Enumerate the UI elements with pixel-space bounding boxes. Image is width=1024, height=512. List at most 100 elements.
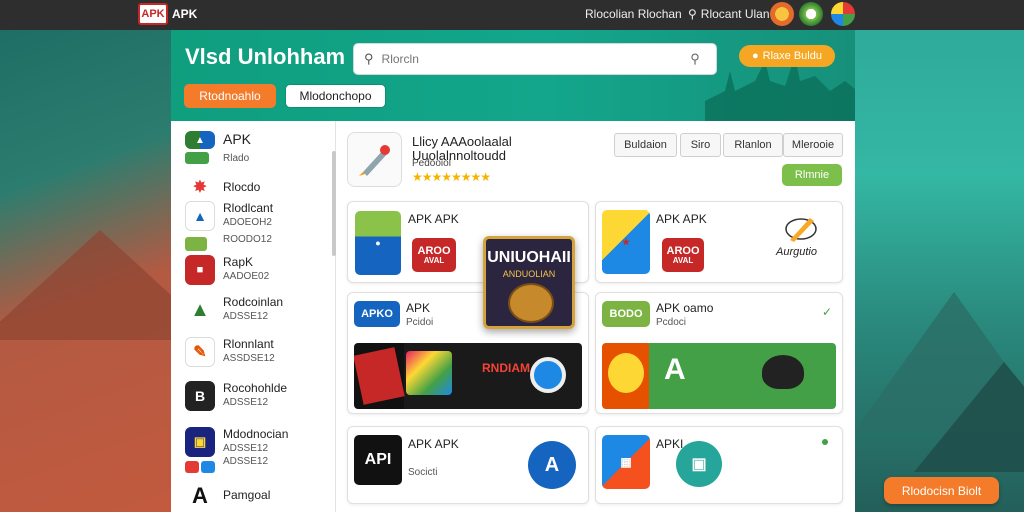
triangle-logo-icon: ▲ bbox=[185, 201, 215, 231]
sidebar-item-sub: ADSSE12 bbox=[223, 456, 269, 467]
sidebar-item-label: Rlodlcant bbox=[223, 201, 274, 215]
app-tile: AROO AVAL bbox=[662, 238, 704, 272]
rating-stars: ★★★★★★★★ bbox=[412, 170, 491, 184]
filter-chip[interactable]: Mlerooie bbox=[783, 133, 843, 157]
banner-text: RNDIAM bbox=[482, 361, 530, 375]
sidebar-item[interactable]: ▲ Rodcoinlan ADSSE12 bbox=[185, 295, 283, 325]
android-mascot-icon: ● bbox=[355, 211, 401, 275]
app-card-sub: Pcdoci bbox=[656, 317, 687, 328]
sidebar-item[interactable]: A Pamgoal bbox=[185, 483, 270, 509]
sidebar-item-sub: Rlado bbox=[223, 153, 250, 164]
top-search-label: Rlocant Ulan bbox=[700, 7, 770, 21]
app-card[interactable]: ★ APK APK AROO AVAL Aurgutio bbox=[595, 201, 843, 283]
app-tile-sub: AVAL bbox=[423, 255, 445, 265]
header: Vlsd Unlohham ⚲ ⚲ ● Rlaxe Buldu Rtodnoah… bbox=[171, 30, 855, 121]
colorful-app-icon: ★ bbox=[602, 210, 650, 274]
sidebar-item-sub: ROODO12 bbox=[223, 234, 272, 245]
green-triangle-icon: ▲ bbox=[185, 295, 215, 325]
avatar[interactable] bbox=[831, 2, 855, 26]
sidebar-item[interactable]: B Rocohohlde ADSSE12 bbox=[185, 381, 287, 411]
app-tile-text: AROO bbox=[417, 244, 451, 257]
app-card-sub: Pcidoi bbox=[406, 317, 434, 328]
cta-button[interactable]: Rlodocisn Biolt bbox=[884, 477, 999, 504]
avatar[interactable] bbox=[770, 2, 794, 26]
app-card[interactable]: API APK APK Socicti A bbox=[347, 426, 589, 504]
device-icon: ▣ bbox=[185, 427, 215, 457]
app-card-title: APK APK bbox=[656, 212, 707, 226]
search-bar[interactable]: ⚲ ⚲ bbox=[353, 43, 717, 75]
featured-game-tile[interactable]: UNIUOHAII ANDUOLIAN bbox=[483, 236, 575, 329]
green-action-button[interactable]: Rlmnie bbox=[782, 164, 842, 186]
sidebar-item[interactable]: ✸ Rlocdo bbox=[185, 177, 260, 197]
app-card-sub: Socicti bbox=[408, 467, 438, 478]
top-nav-link[interactable]: Rlocolian Rlochan bbox=[585, 7, 682, 21]
banner-graphic bbox=[530, 357, 566, 393]
banner-graphic bbox=[354, 347, 405, 405]
pinwheel-icon: ✸ bbox=[185, 177, 215, 197]
sidebar: ▲ APK Rlado ✸ Rlocdo ▲ Rlodlcant ADOEOH2… bbox=[171, 121, 336, 512]
brand-name[interactable]: APK bbox=[172, 7, 197, 21]
sidebar-item-label: RapK bbox=[223, 255, 254, 269]
app-card[interactable]: BODO APK oamo Pcdoci ✓ A bbox=[595, 292, 843, 414]
filter-chip[interactable]: Siro bbox=[680, 133, 721, 157]
apk-icon: ▲ bbox=[185, 131, 215, 149]
app-tile-text: AROO bbox=[666, 244, 700, 257]
app-card[interactable]: ▦ APKI ▣ bbox=[595, 426, 843, 504]
sidebar-item-label: Pamgoal bbox=[223, 488, 271, 502]
circle-a-icon: A bbox=[528, 441, 576, 489]
app-badge: APKO bbox=[354, 301, 400, 327]
banner-letter-icon: A bbox=[664, 353, 686, 386]
site-logo[interactable]: APK bbox=[138, 3, 168, 25]
filter-chip[interactable]: Rlanlon bbox=[723, 133, 783, 157]
sidebar-item-sub: ADSSE12 bbox=[223, 397, 269, 408]
b-icon: B bbox=[185, 381, 215, 411]
sidebar-item-sub: ADSSE12 bbox=[223, 443, 269, 454]
featured-app-icon[interactable] bbox=[347, 132, 402, 187]
pen-logo-icon bbox=[785, 218, 817, 242]
sidebar-item[interactable]: ▲ Rlodlcant ADOEOH2 ROODO12 bbox=[185, 201, 273, 251]
sidebar-item[interactable]: ✎ Rlonnlant ASSDSE12 bbox=[185, 337, 275, 367]
app-card-title: APK APK bbox=[408, 437, 459, 451]
sidebar-item[interactable]: ■ RapK AADOE02 bbox=[185, 255, 269, 285]
search-submit-icon[interactable]: ⚲ bbox=[684, 51, 706, 67]
flame-icon: ● bbox=[752, 50, 759, 62]
app-card-title: APK bbox=[406, 301, 431, 315]
sidebar-item-label: Mdodnocian bbox=[223, 427, 289, 441]
sidebar-item-label: Rocohohlde bbox=[223, 381, 288, 395]
brand-logo-text: Aurgutio bbox=[776, 246, 817, 258]
status-dot bbox=[822, 439, 828, 445]
sidebar-item[interactable]: ▲ APK Rlado bbox=[185, 131, 251, 164]
search-icon: ⚲ bbox=[688, 7, 697, 21]
a-letter-icon: A bbox=[185, 483, 215, 509]
sidebar-item[interactable]: ▣ Mdodnocian ADSSE12 ADSSE12 bbox=[185, 427, 288, 473]
filter-chip[interactable]: Buldaion bbox=[614, 133, 677, 157]
pencil-icon: ✎ bbox=[185, 337, 215, 367]
sidebar-item-sub: ASSDSE12 bbox=[223, 353, 275, 364]
app-badge: API bbox=[354, 435, 402, 485]
promo-label: Rlaxe Buldu bbox=[762, 50, 822, 62]
background-right bbox=[854, 30, 1024, 512]
app-banner[interactable]: A bbox=[602, 343, 836, 409]
avatar[interactable] bbox=[799, 2, 823, 26]
main-panel: Vlsd Unlohham ⚲ ⚲ ● Rlaxe Buldu Rtodnoah… bbox=[171, 30, 855, 512]
top-bar: APK APK Rlocolian Rlochan ⚲ Rlocant Ulan bbox=[0, 0, 1024, 30]
app-tile-sub: AVAL bbox=[672, 255, 694, 265]
banner-graphic bbox=[608, 353, 644, 393]
rocket-icon bbox=[358, 144, 390, 176]
search-icon: ⚲ bbox=[364, 51, 374, 66]
sidebar-item-sub: AADOE02 bbox=[223, 271, 270, 282]
check-icon: ✓ bbox=[821, 305, 832, 319]
sidebar-item-label: Rlocdo bbox=[223, 180, 261, 194]
game-tile-title: UNIUOHAII bbox=[487, 249, 571, 266]
banner-graphic bbox=[406, 351, 452, 395]
secondary-button[interactable]: Mlodonchopo bbox=[285, 84, 386, 108]
top-search-link[interactable]: ⚲ Rlocant Ulan bbox=[688, 7, 770, 21]
promo-button[interactable]: ● Rlaxe Buldu bbox=[739, 45, 835, 67]
app-banner[interactable]: RNDIAM bbox=[354, 343, 582, 409]
sidebar-item-label: Rodcoinlan bbox=[223, 295, 284, 309]
monkey-mascot-icon bbox=[508, 283, 554, 323]
primary-button[interactable]: Rtodnoahlo bbox=[184, 84, 276, 108]
sidebar-scrollbar[interactable] bbox=[332, 151, 336, 256]
app-icon: ▦ bbox=[602, 435, 650, 489]
search-input[interactable] bbox=[381, 52, 676, 66]
